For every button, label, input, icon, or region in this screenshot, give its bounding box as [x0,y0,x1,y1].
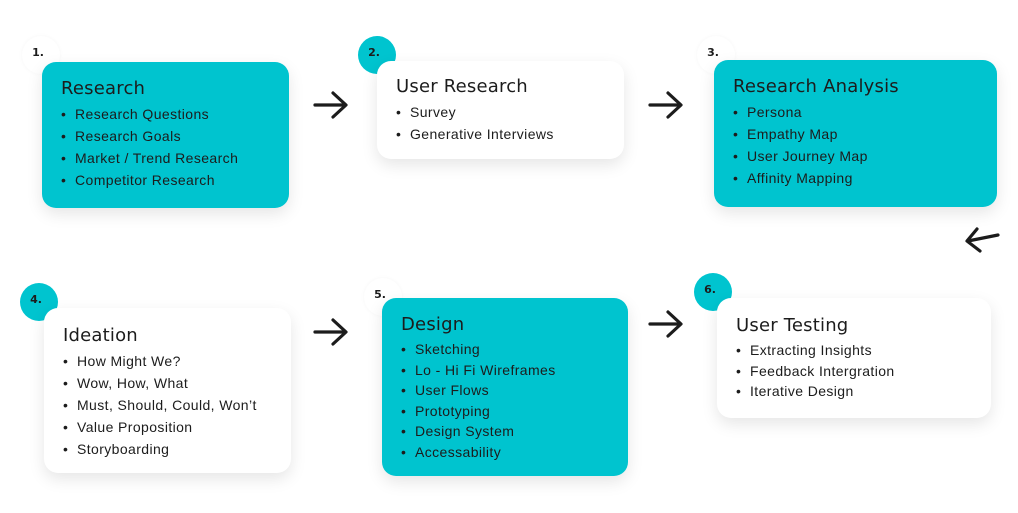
step-title: Ideation [63,325,138,346]
step-title: User Testing [736,315,849,336]
step-card-user-research: User Research Survey Generative Intervie… [377,61,624,159]
list-item: Design System [401,421,628,442]
list-item: Wow, How, What [63,372,291,394]
step-number: 4. [30,292,42,306]
step-card-ideation: Ideation How Might We? Wow, How, What Mu… [44,308,291,473]
step-title: Research Analysis [733,76,899,97]
list-item: Research Goals [61,125,289,147]
list-item: Research Questions [61,103,289,125]
list-item: User Journey Map [733,145,997,167]
step-items: Persona Empathy Map User Journey Map Aff… [733,101,997,189]
list-item: Market / Trend Research [61,147,289,169]
step-items: How Might We? Wow, How, What Must, Shoul… [63,350,291,460]
arrow-right-icon [647,90,685,120]
list-item: Empathy Map [733,123,997,145]
list-item: Affinity Mapping [733,167,997,189]
step-number: 3. [707,45,719,59]
list-item: Must, Should, Could, Won’t [63,394,291,416]
step-title: Design [401,314,465,335]
step-card-design: Design Sketching Lo - Hi Fi Wireframes U… [382,298,628,476]
list-item: Survey [396,101,624,123]
step-items: Survey Generative Interviews [396,101,624,145]
list-item: Lo - Hi Fi Wireframes [401,360,628,381]
step-card-research: Research Research Questions Research Goa… [42,62,289,208]
step-items: Extracting Insights Feedback Intergratio… [736,340,991,402]
step-number: 1. [32,45,44,59]
step-title: Research [61,78,146,99]
step-number: 5. [374,287,386,301]
list-item: Extracting Insights [736,340,991,361]
list-item: Feedback Intergration [736,361,991,382]
list-item: Competitor Research [61,169,289,191]
list-item: How Might We? [63,350,291,372]
step-number: 2. [368,45,380,59]
step-title: User Research [396,76,528,97]
list-item: Iterative Design [736,381,991,402]
step-card-user-testing: User Testing Extracting Insights Feedbac… [717,298,991,418]
list-item: User Flows [401,380,628,401]
step-card-research-analysis: Research Analysis Persona Empathy Map Us… [714,60,997,207]
arrow-left-icon [962,224,1002,256]
arrow-right-icon [312,317,350,347]
step-items: Sketching Lo - Hi Fi Wireframes User Flo… [401,339,628,462]
list-item: Storyboarding [63,438,291,460]
list-item: Sketching [401,339,628,360]
list-item: Prototyping [401,401,628,422]
step-items: Research Questions Research Goals Market… [61,103,289,191]
step-number: 6. [704,282,716,296]
list-item: Accessability [401,442,628,463]
list-item: Persona [733,101,997,123]
list-item: Generative Interviews [396,123,624,145]
arrow-right-icon [647,309,685,339]
arrow-right-icon [312,90,350,120]
list-item: Value Proposition [63,416,291,438]
